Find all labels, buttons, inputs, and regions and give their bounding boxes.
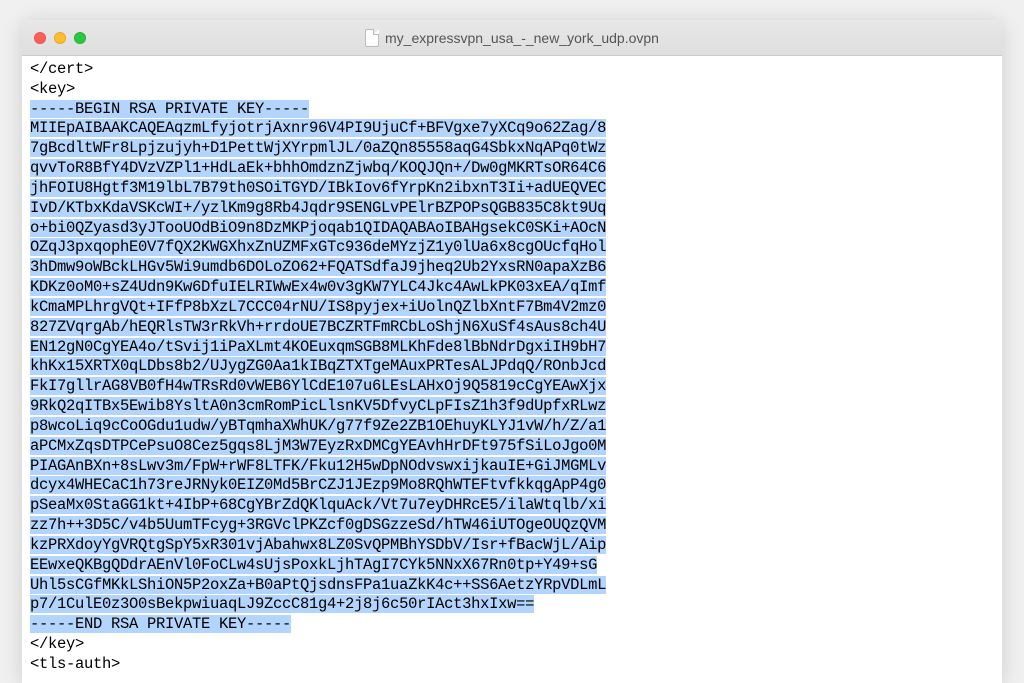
selected-text: p7/1CulE0z3O0sBekpwiuaqLJ9ZccC81g4+2j8j6… bbox=[30, 595, 534, 613]
selected-text: 3hDmw9oWBckLHGv5Wi9umdb6DOLoZO62+FQATSdf… bbox=[30, 258, 606, 276]
selected-text: -----BEGIN RSA PRIVATE KEY----- bbox=[30, 100, 309, 118]
code-line: kzPRXdoyYgVRQtgSpY5xR301vjAbahwx8LZ0SvQP… bbox=[30, 536, 994, 556]
code-line: <tls-auth> bbox=[30, 655, 994, 675]
code-line: FkI7gllrAG8VB0fH4wTRsRd0vWEB6YlCdE107u6L… bbox=[30, 377, 994, 397]
code-line: -----BEGIN RSA PRIVATE KEY----- bbox=[30, 100, 994, 120]
code-line: -----END RSA PRIVATE KEY----- bbox=[30, 615, 994, 635]
code-line: KDKz0oM0+sZ4Udn9Kw6DfuIELRIWwEx4w0v3gKW7… bbox=[30, 278, 994, 298]
selected-text: 827ZVqrgAb/hEQRlsTW3rRkVh+rrdoUE7BCZRTFm… bbox=[30, 318, 606, 336]
selected-text: EN12gN0CgYEA4o/tSvij1iPaXLmt4KOEuxqmSGB8… bbox=[30, 338, 606, 356]
selected-text: EEwxeQKBgQDdrAEnVl0FoCLw4sUjsPoxkLjhTAgI… bbox=[30, 556, 597, 574]
code-line: </cert> bbox=[30, 60, 994, 80]
text-editor-content[interactable]: </cert><key>-----BEGIN RSA PRIVATE KEY--… bbox=[22, 56, 1002, 683]
window-title: my_expressvpn_usa_-_new_york_udp.ovpn bbox=[385, 30, 659, 46]
selected-text: aPCMxZqsDTPCePsuO8Cez5gqs8LjM3W7EyzRxDMC… bbox=[30, 437, 606, 455]
title-wrap: my_expressvpn_usa_-_new_york_udp.ovpn bbox=[365, 29, 659, 47]
code-line: 7gBcdltWFr8Lpjzujyh+D1PettWjXYrpmlJL/0aZ… bbox=[30, 139, 994, 159]
file-icon bbox=[365, 29, 379, 47]
selected-text: MIIEpAIBAAKCAQEAqzmLfyjotrjAxnr96V4PI9Uj… bbox=[30, 119, 606, 137]
code-line: 827ZVqrgAb/hEQRlsTW3rRkVh+rrdoUE7BCZRTFm… bbox=[30, 318, 994, 338]
code-line: pSeaMx0StaGG1kt+4IbP+68CgYBrZdQKlquAck/V… bbox=[30, 496, 994, 516]
selected-text: KDKz0oM0+sZ4Udn9Kw6DfuIELRIWwEx4w0v3gKW7… bbox=[30, 278, 606, 296]
selected-text: pSeaMx0StaGG1kt+4IbP+68CgYBrZdQKlquAck/V… bbox=[30, 496, 606, 514]
selected-text: 7gBcdltWFr8Lpjzujyh+D1PettWjXYrpmlJL/0aZ… bbox=[30, 139, 606, 157]
code-line: </key> bbox=[30, 635, 994, 655]
selected-text: Uhl5sCGfMKkLShiON5P2oxZa+B0aPtQjsdnsFPa1… bbox=[30, 576, 606, 594]
code-line: qvvToR8BfY4DVzVZPl1+HdLaEk+bhhOmdznZjwbq… bbox=[30, 159, 994, 179]
selected-text: PIAGAnBXn+8sLwv3m/FpW+rWF8LTFK/Fku12H5wD… bbox=[30, 457, 606, 475]
selected-text: kzPRXdoyYgVRQtgSpY5xR301vjAbahwx8LZ0SvQP… bbox=[30, 536, 606, 554]
code-line: 9RkQ2qITBx5Ewib8YsltA0n3cmRomPicLlsnKV5D… bbox=[30, 397, 994, 417]
code-line: Uhl5sCGfMKkLShiON5P2oxZa+B0aPtQjsdnsFPa1… bbox=[30, 576, 994, 596]
code-line: EN12gN0CgYEA4o/tSvij1iPaXLmt4KOEuxqmSGB8… bbox=[30, 338, 994, 358]
selected-text: zz7h++3D5C/v4b5UumTFcyg+3RGVclPKZcf0gDSG… bbox=[30, 516, 606, 534]
code-line: IvD/KTbxKdaVSKcWI+/yzlKm9g8Rb4Jqdr9SENGL… bbox=[30, 199, 994, 219]
minimize-icon[interactable] bbox=[54, 32, 66, 44]
traffic-lights bbox=[34, 32, 86, 44]
code-line: <key> bbox=[30, 80, 994, 100]
code-line: p7/1CulE0z3O0sBekpwiuaqLJ9ZccC81g4+2j8j6… bbox=[30, 595, 994, 615]
maximize-icon[interactable] bbox=[74, 32, 86, 44]
code-line: khKx15XRTX0qLDbs8b2/UJygZG0Aa1kIBqZTXTge… bbox=[30, 357, 994, 377]
selected-text: 9RkQ2qITBx5Ewib8YsltA0n3cmRomPicLlsnKV5D… bbox=[30, 397, 606, 415]
selected-text: khKx15XRTX0qLDbs8b2/UJygZG0Aa1kIBqZTXTge… bbox=[30, 357, 606, 375]
code-line: MIIEpAIBAAKCAQEAqzmLfyjotrjAxnr96V4PI9Uj… bbox=[30, 119, 994, 139]
code-line: jhFOIU8Hgtf3M19lbL7B79th0SOiTGYD/IBkIov6… bbox=[30, 179, 994, 199]
code-line: dcyx4WHECaC1h73reJRNyk0EIZ0Md5BrCZJ1JEzp… bbox=[30, 476, 994, 496]
selected-text: jhFOIU8Hgtf3M19lbL7B79th0SOiTGYD/IBkIov6… bbox=[30, 179, 606, 197]
selected-text: qvvToR8BfY4DVzVZPl1+HdLaEk+bhhOmdznZjwbq… bbox=[30, 159, 606, 177]
titlebar[interactable]: my_expressvpn_usa_-_new_york_udp.ovpn bbox=[22, 20, 1002, 56]
selected-text: kCmaMPLhrgVQt+IFfP8bXzL7CCC04rNU/IS8pyje… bbox=[30, 298, 606, 316]
code-line: kCmaMPLhrgVQt+IFfP8bXzL7CCC04rNU/IS8pyje… bbox=[30, 298, 994, 318]
close-icon[interactable] bbox=[34, 32, 46, 44]
editor-window: my_expressvpn_usa_-_new_york_udp.ovpn </… bbox=[22, 20, 1002, 683]
selected-text: p8wcoLiq9cCoOGdu1udw/yBTqmhaXWhUK/g77f9Z… bbox=[30, 417, 606, 435]
selected-text: OZqJ3pxqophE0V7fQX2KWGXhxZnUZMFxGTc936de… bbox=[30, 238, 606, 256]
selected-text: FkI7gllrAG8VB0fH4wTRsRd0vWEB6YlCdE107u6L… bbox=[30, 377, 606, 395]
code-line: zz7h++3D5C/v4b5UumTFcyg+3RGVclPKZcf0gDSG… bbox=[30, 516, 994, 536]
code-line: PIAGAnBXn+8sLwv3m/FpW+rWF8LTFK/Fku12H5wD… bbox=[30, 457, 994, 477]
code-line: p8wcoLiq9cCoOGdu1udw/yBTqmhaXWhUK/g77f9Z… bbox=[30, 417, 994, 437]
code-line: EEwxeQKBgQDdrAEnVl0FoCLw4sUjsPoxkLjhTAgI… bbox=[30, 556, 994, 576]
code-line: OZqJ3pxqophE0V7fQX2KWGXhxZnUZMFxGTc936de… bbox=[30, 238, 994, 258]
code-line: o+bi0QZyasd3yJTooUOdBiO9n8DzMKPjoqab1QID… bbox=[30, 219, 994, 239]
selected-text: IvD/KTbxKdaVSKcWI+/yzlKm9g8Rb4Jqdr9SENGL… bbox=[30, 199, 606, 217]
selected-text: dcyx4WHECaC1h73reJRNyk0EIZ0Md5BrCZJ1JEzp… bbox=[30, 476, 606, 494]
code-line: aPCMxZqsDTPCePsuO8Cez5gqs8LjM3W7EyzRxDMC… bbox=[30, 437, 994, 457]
selected-text: o+bi0QZyasd3yJTooUOdBiO9n8DzMKPjoqab1QID… bbox=[30, 219, 606, 237]
code-line: 3hDmw9oWBckLHGv5Wi9umdb6DOLoZO62+FQATSdf… bbox=[30, 258, 994, 278]
selected-text: -----END RSA PRIVATE KEY----- bbox=[30, 615, 291, 633]
